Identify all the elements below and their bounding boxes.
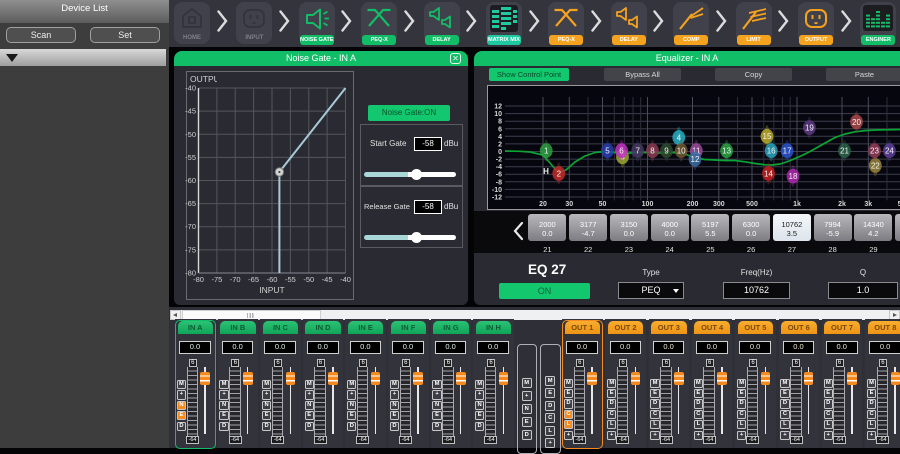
- svg-text:-65: -65: [248, 275, 259, 284]
- svg-text:15: 15: [763, 132, 772, 141]
- svg-text:-45: -45: [185, 107, 196, 116]
- svg-text:3k: 3k: [864, 201, 872, 208]
- svg-text:-55: -55: [285, 275, 296, 284]
- svg-text:12: 12: [691, 155, 700, 164]
- svg-text:-2: -2: [496, 157, 502, 164]
- svg-text:21: 21: [840, 147, 849, 156]
- svg-text:7: 7: [635, 147, 640, 156]
- svg-text:2: 2: [498, 141, 502, 148]
- svg-text:-60: -60: [267, 275, 278, 284]
- svg-text:-8: -8: [496, 179, 502, 186]
- svg-text:-10: -10: [492, 187, 502, 194]
- svg-text:-70: -70: [230, 275, 241, 284]
- svg-text:4: 4: [498, 134, 502, 141]
- svg-text:17: 17: [783, 147, 792, 156]
- svg-text:-65: -65: [185, 199, 196, 208]
- svg-text:100: 100: [642, 201, 654, 208]
- svg-text:12: 12: [494, 104, 502, 111]
- svg-text:INPUT: INPUT: [259, 285, 285, 295]
- svg-text:300: 300: [713, 201, 725, 208]
- svg-text:-40: -40: [340, 275, 351, 284]
- svg-text:8: 8: [650, 147, 655, 156]
- svg-text:-55: -55: [185, 153, 196, 162]
- svg-text:1: 1: [544, 147, 549, 156]
- svg-text:6: 6: [619, 147, 624, 156]
- svg-text:-12: -12: [492, 195, 502, 202]
- svg-text:13: 13: [722, 147, 731, 156]
- svg-text:9: 9: [664, 147, 669, 156]
- svg-text:0: 0: [498, 149, 502, 156]
- svg-text:-50: -50: [303, 275, 314, 284]
- svg-text:19: 19: [805, 124, 814, 133]
- svg-text:200: 200: [687, 201, 699, 208]
- svg-text:50: 50: [599, 201, 607, 208]
- svg-text:10: 10: [677, 147, 686, 156]
- svg-text:1k: 1k: [793, 201, 801, 208]
- svg-text:10: 10: [494, 111, 502, 118]
- svg-text:20: 20: [539, 201, 547, 208]
- svg-text:23: 23: [870, 147, 879, 156]
- svg-text:2k: 2k: [838, 201, 846, 208]
- svg-text:2: 2: [557, 169, 562, 178]
- svg-text:30: 30: [565, 201, 573, 208]
- svg-text:8: 8: [498, 119, 502, 126]
- svg-text:16: 16: [767, 147, 776, 156]
- svg-text:H: H: [543, 167, 549, 176]
- svg-text:18: 18: [789, 172, 798, 181]
- svg-text:-40: -40: [185, 84, 196, 93]
- svg-text:500: 500: [746, 201, 758, 208]
- svg-text:5: 5: [605, 147, 610, 156]
- svg-text:-45: -45: [322, 275, 333, 284]
- svg-text:-75: -75: [185, 245, 196, 254]
- svg-text:-50: -50: [185, 130, 196, 139]
- svg-text:14: 14: [764, 169, 773, 178]
- svg-text:22: 22: [871, 161, 880, 170]
- svg-text:-80: -80: [193, 275, 204, 284]
- svg-text:-60: -60: [185, 176, 196, 185]
- svg-text:-6: -6: [496, 172, 502, 179]
- svg-text:-70: -70: [185, 222, 196, 231]
- svg-text:20: 20: [852, 118, 861, 127]
- svg-text:6: 6: [498, 126, 502, 133]
- svg-text:-4: -4: [496, 164, 502, 171]
- svg-text:-75: -75: [211, 275, 222, 284]
- svg-text:24: 24: [885, 147, 894, 156]
